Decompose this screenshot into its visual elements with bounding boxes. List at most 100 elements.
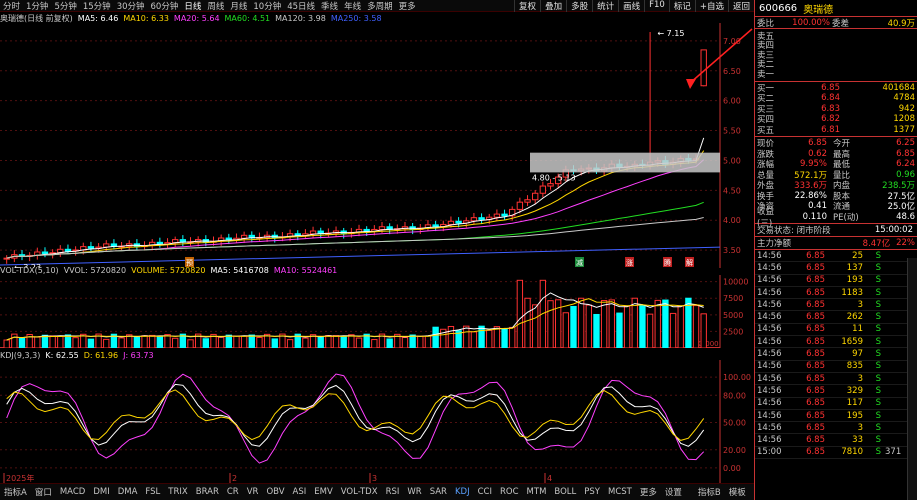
tick-row[interactable]: 14:56 6.85 3 S bbox=[755, 422, 917, 435]
template-tab[interactable]: 指标B bbox=[694, 486, 725, 498]
period-tab[interactable]: 45日线 bbox=[284, 0, 318, 12]
candle bbox=[378, 226, 386, 230]
indicator-tab[interactable]: CCI bbox=[474, 487, 496, 497]
period-tab[interactable]: 分时 bbox=[0, 0, 23, 12]
ask-label: 卖一 bbox=[757, 69, 775, 80]
indicator-tab[interactable]: KDJ bbox=[451, 487, 474, 497]
tick-row[interactable]: 14:56 6.85 137 S bbox=[755, 262, 917, 275]
template-tab[interactable]: 模板 bbox=[725, 486, 750, 498]
indicator-tab[interactable]: RSI bbox=[382, 487, 404, 497]
indicator-tab[interactable]: MCST bbox=[604, 487, 636, 497]
tick-row[interactable]: 14:56 6.85 117 S bbox=[755, 398, 917, 410]
period-tab[interactable]: 15分钟 bbox=[80, 0, 114, 12]
candle bbox=[547, 183, 554, 187]
period-tab[interactable]: 周线 bbox=[204, 0, 227, 12]
toolbar-button[interactable]: 叠加 bbox=[540, 0, 566, 12]
toolbar-button[interactable]: F10 bbox=[644, 0, 669, 12]
kdj-chart[interactable]: 100.00 80.00 50.00 20.00 0.00 2025年 2 3 4 bbox=[0, 360, 754, 483]
volume-bar bbox=[141, 335, 148, 348]
tick-row[interactable]: 14:56 6.85 835 S bbox=[755, 361, 917, 373]
tick-row[interactable]: 14:56 6.85 329 S bbox=[755, 385, 917, 398]
tick-scrollbar[interactable] bbox=[907, 258, 917, 500]
indicator-tab[interactable]: MTM bbox=[523, 487, 551, 497]
indicator-tab[interactable]: 指标A bbox=[0, 486, 31, 498]
ma20-value: MA20: 5.64 bbox=[173, 13, 220, 23]
ask-row[interactable]: 卖一 bbox=[755, 69, 917, 80]
tick-row[interactable]: 14:56 6.85 1659 S bbox=[755, 336, 917, 349]
indicator-tab[interactable]: 窗口 bbox=[31, 486, 56, 498]
toolbar-button[interactable]: 画线 bbox=[618, 0, 644, 12]
tick-row[interactable]: 14:56 6.85 262 S bbox=[755, 311, 917, 324]
volume-bar bbox=[501, 328, 508, 348]
tick-row[interactable]: 14:56 6.85 97 S bbox=[755, 348, 917, 361]
period-tab[interactable]: 30分钟 bbox=[114, 0, 148, 12]
toolbar-button[interactable]: 统计 bbox=[592, 0, 618, 12]
indicator-tab[interactable]: VR bbox=[243, 487, 263, 497]
event-marker-label: 腾 bbox=[664, 258, 671, 267]
volume-bar bbox=[547, 300, 554, 348]
indicator-tab[interactable]: PSY bbox=[580, 487, 604, 497]
tick-row[interactable]: 14:56 6.85 25 S bbox=[755, 250, 917, 263]
tick-row[interactable]: 14:56 6.85 1183 S bbox=[755, 287, 917, 300]
toolbar-button[interactable]: 返回 bbox=[727, 0, 754, 12]
tick-row[interactable]: 14:56 6.85 193 S bbox=[755, 275, 917, 287]
indicator-tab[interactable]: MACD bbox=[56, 487, 89, 497]
period-tab[interactable]: 季线 bbox=[318, 0, 341, 12]
indicator-tab[interactable]: EMV bbox=[310, 487, 337, 497]
tick-side: S bbox=[875, 447, 881, 458]
indicator-tab[interactable]: CR bbox=[223, 487, 243, 497]
indicator-tab[interactable]: BOLL bbox=[550, 487, 580, 497]
candle bbox=[87, 246, 95, 249]
volume-bar bbox=[49, 335, 56, 348]
indicator-tab[interactable]: 设置 bbox=[661, 486, 686, 498]
indicator-tab[interactable]: WR bbox=[403, 487, 425, 497]
indicator-tab[interactable]: 更多 bbox=[636, 486, 661, 498]
tick-time: 14:56 bbox=[757, 361, 782, 372]
volume-bar bbox=[133, 336, 141, 348]
indicator-tab[interactable]: ASI bbox=[289, 487, 311, 497]
tick-row[interactable]: 14:56 6.85 3 S bbox=[755, 373, 917, 386]
volume-bar bbox=[577, 297, 585, 348]
tick-row[interactable]: 14:56 6.85 3 S bbox=[755, 299, 917, 312]
netflow-value: 8.47亿 bbox=[862, 239, 891, 249]
tick-row[interactable]: 14:56 6.85 195 S bbox=[755, 410, 917, 423]
weibi-label: 委比 bbox=[757, 18, 775, 29]
volume-bar bbox=[355, 337, 363, 348]
period-tab[interactable]: 1分钟 bbox=[23, 0, 51, 12]
indicator-tab[interactable]: FSL bbox=[141, 487, 164, 497]
period-tab[interactable]: 5分钟 bbox=[51, 0, 79, 12]
quote-value: 25.0亿 bbox=[887, 202, 915, 213]
period-tab[interactable]: 更多 bbox=[396, 0, 419, 12]
toolbar-button[interactable]: 多股 bbox=[566, 0, 592, 12]
period-tab[interactable]: 日线 bbox=[181, 0, 204, 12]
period-tab[interactable]: 年线 bbox=[341, 0, 364, 12]
kdj-tick: 80.00 bbox=[723, 391, 746, 400]
indicator-tab[interactable]: VOL-TDX bbox=[337, 487, 382, 497]
toolbar-button[interactable]: 标记 bbox=[668, 0, 695, 12]
period-tab[interactable]: 10分钟 bbox=[250, 0, 284, 12]
indicator-tab[interactable]: BRAR bbox=[192, 487, 223, 497]
period-tab[interactable]: 多周期 bbox=[364, 0, 396, 12]
toolbar-button[interactable]: +自选 bbox=[694, 0, 728, 12]
indicator-tab[interactable]: ROC bbox=[496, 487, 523, 497]
bid-row[interactable]: 买五 6.81 1377 bbox=[755, 125, 917, 136]
tick-list[interactable]: 14:56 6.85 25 S 14:56 6.85 137 S 14:56 6.85 193 S 14… bbox=[755, 250, 917, 460]
candlestick-chart[interactable]: 7.006.506.005.505.004.504.003.504.80 - 5… bbox=[0, 23, 754, 268]
indicator-tab[interactable]: TRIX bbox=[164, 487, 191, 497]
indicator-tab[interactable]: DMA bbox=[114, 487, 142, 497]
indicator-tab[interactable]: DMI bbox=[89, 487, 113, 497]
tick-price: 6.85 bbox=[806, 262, 825, 273]
quote-value: 0.62 bbox=[808, 148, 827, 159]
tick-row[interactable]: 14:56 6.85 11 S bbox=[755, 324, 917, 337]
indicator-tab[interactable]: SAR bbox=[426, 487, 451, 497]
period-tab[interactable]: 月线 bbox=[227, 0, 250, 12]
tick-row[interactable]: 14:56 6.85 33 S bbox=[755, 434, 917, 447]
tick-time: 14:56 bbox=[757, 435, 782, 446]
price-tick: 4.00 bbox=[723, 216, 741, 225]
period-tab[interactable]: 60分钟 bbox=[148, 0, 182, 12]
volume-bar bbox=[348, 334, 355, 348]
volume-chart[interactable]: 10000 7500 5000 2500 X1000 bbox=[0, 275, 754, 348]
indicator-tab[interactable]: OBV bbox=[262, 487, 288, 497]
toolbar-button[interactable]: 复权 bbox=[514, 0, 540, 12]
tick-row[interactable]: 15:00 6.85 7810 S 371 bbox=[755, 447, 917, 460]
